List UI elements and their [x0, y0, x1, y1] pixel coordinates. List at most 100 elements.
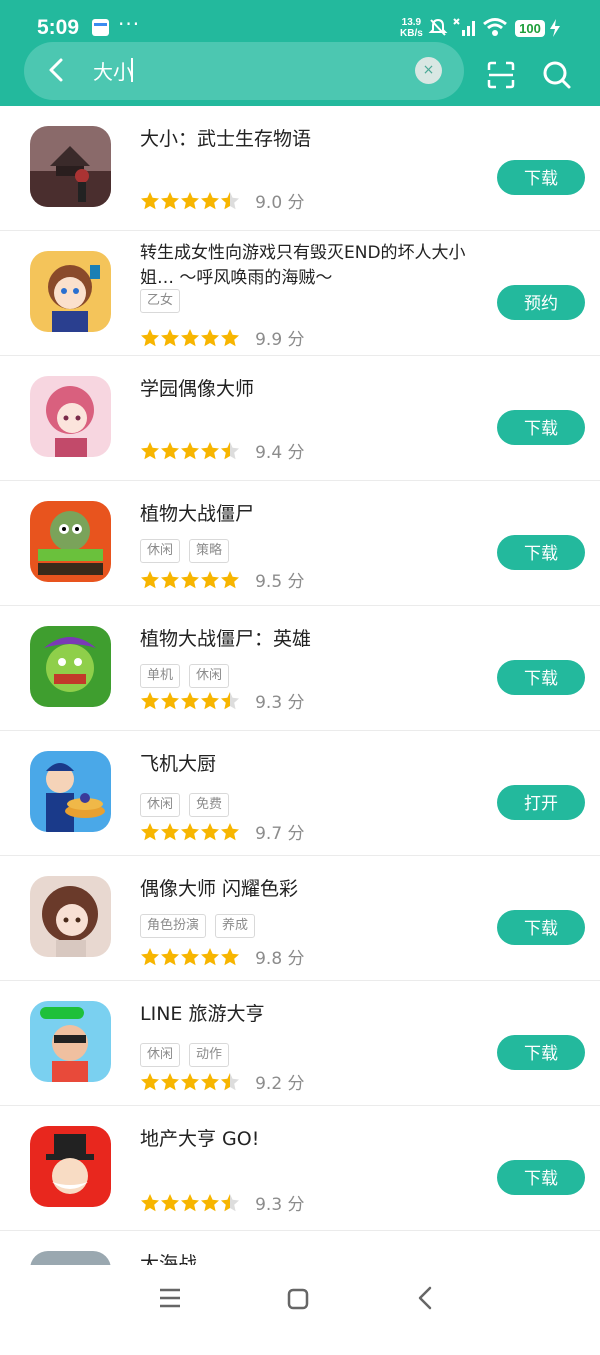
- app-icon-pvz-heroes: [30, 626, 111, 707]
- app-icon-monopoly-go: [30, 1126, 111, 1207]
- app-title[interactable]: 植物大战僵尸：英雄: [140, 626, 490, 652]
- app-title[interactable]: 转生成女性向游戏只有毁灭END的坏人大小姐… ～呼风唤雨的海贼～: [140, 241, 490, 291]
- app-icon-pvz: [30, 501, 111, 582]
- rating: 9.4 分: [140, 438, 305, 463]
- tag-list: 单机 休闲: [140, 664, 238, 688]
- rating-stars: [141, 947, 239, 965]
- app-icon-villainess: [30, 251, 111, 332]
- tag[interactable]: 休闲: [140, 539, 181, 563]
- tag[interactable]: 休闲: [189, 664, 230, 688]
- network-speed-value: 13.9: [401, 17, 422, 28]
- tag[interactable]: 休闲: [140, 1043, 181, 1067]
- rating-stars: [141, 570, 239, 588]
- system-nav-bar: [0, 1265, 600, 1333]
- home-square-icon[interactable]: [286, 1287, 310, 1311]
- tag[interactable]: 免费: [189, 793, 230, 817]
- list-item[interactable]: 大小：武士生存物语 9.0 分 下载: [0, 106, 600, 231]
- rating-stars: [141, 1072, 239, 1090]
- rating-score: 9.4 分: [255, 443, 305, 463]
- rating-score: 9.8 分: [255, 949, 305, 969]
- reserve-button[interactable]: 预约: [497, 285, 585, 320]
- tag-list: 角色扮演 养成: [140, 914, 264, 938]
- list-item[interactable]: 转生成女性向游戏只有毁灭END的坏人大小姐… ～呼风唤雨的海贼～ 乙女 9.9 …: [0, 231, 600, 356]
- network-speed: 13.9 KB/s: [400, 17, 423, 39]
- rating-stars: [141, 191, 239, 209]
- battery-level: 100: [515, 20, 545, 37]
- search-results-list: 大小：武士生存物语 9.0 分 下载 转生成女性向游戏只有毁灭END的坏人大小姐…: [0, 106, 600, 1355]
- app-title[interactable]: 偶像大师 闪耀色彩: [140, 876, 490, 902]
- tag[interactable]: 养成: [215, 914, 256, 938]
- list-item[interactable]: LINE 旅游大亨 休闲 动作 9.2 分 下载: [0, 981, 600, 1106]
- tag-list: 乙女: [140, 289, 189, 313]
- list-item[interactable]: 植物大战僵尸：英雄 单机 休闲 9.3 分 下载: [0, 606, 600, 731]
- search-input[interactable]: 大小: [93, 56, 133, 85]
- open-button[interactable]: 打开: [497, 785, 585, 820]
- rating-stars: [141, 691, 239, 709]
- app-icon-gakuen-idol: [30, 376, 111, 457]
- search-icon[interactable]: [542, 60, 572, 90]
- tag[interactable]: 动作: [189, 1043, 230, 1067]
- tag-list: 休闲 免费: [140, 793, 238, 817]
- scan-icon[interactable]: [486, 60, 516, 90]
- download-button[interactable]: 下载: [497, 1160, 585, 1195]
- rating: 9.9 分: [140, 325, 305, 350]
- rating-stars: [141, 1193, 239, 1211]
- rating: 9.0 分: [140, 188, 305, 213]
- status-time: 5:09: [37, 16, 80, 39]
- mute-icon: [428, 18, 448, 36]
- rating-score: 9.0 分: [255, 193, 305, 213]
- list-item[interactable]: 飞机大厨 休闲 免费 9.7 分 打开: [0, 731, 600, 856]
- text-caret: [131, 58, 133, 82]
- more-notifications-icon: ···: [118, 12, 141, 36]
- rating-stars: [141, 822, 239, 840]
- app-title[interactable]: 大小：武士生存物语: [140, 126, 490, 152]
- app-icon-samurai: [30, 126, 111, 207]
- download-button[interactable]: 下载: [497, 160, 585, 195]
- back-arrow-icon[interactable]: [44, 57, 70, 83]
- list-item[interactable]: 植物大战僵尸 休闲 策略 9.5 分 下载: [0, 481, 600, 606]
- rating: 9.2 分: [140, 1069, 305, 1094]
- rating: 9.5 分: [140, 567, 305, 592]
- rating-score: 9.2 分: [255, 1074, 305, 1094]
- signal-icon: [453, 18, 475, 36]
- download-button[interactable]: 下载: [497, 410, 585, 445]
- rating-score: 9.9 分: [255, 330, 305, 350]
- clear-search-button[interactable]: ×: [415, 57, 442, 84]
- download-button[interactable]: 下载: [497, 910, 585, 945]
- rating-score: 9.3 分: [255, 1195, 305, 1215]
- tag[interactable]: 单机: [140, 664, 181, 688]
- rating-score: 9.3 分: [255, 693, 305, 713]
- app-title[interactable]: 地产大亨 GO!: [140, 1126, 490, 1152]
- app-title[interactable]: 植物大战僵尸: [140, 501, 490, 527]
- charging-icon: [550, 19, 560, 37]
- rating: 9.7 分: [140, 819, 305, 844]
- tag-list: 休闲 动作: [140, 1043, 238, 1067]
- search-box[interactable]: [24, 42, 464, 100]
- rating-stars: [141, 328, 239, 346]
- app-title[interactable]: 学园偶像大师: [140, 376, 490, 402]
- rating: 9.3 分: [140, 688, 305, 713]
- tag[interactable]: 策略: [189, 539, 230, 563]
- download-button[interactable]: 下载: [497, 535, 585, 570]
- app-icon-line-tycoon: [30, 1001, 111, 1082]
- tag[interactable]: 休闲: [140, 793, 181, 817]
- status-bar: 5:09 ··· 13.9 KB/s 100: [0, 0, 600, 46]
- download-button[interactable]: 下载: [497, 660, 585, 695]
- download-button[interactable]: 下载: [497, 1035, 585, 1070]
- wifi-icon: [483, 18, 507, 36]
- app-title[interactable]: LINE 旅游大亨: [140, 1001, 490, 1027]
- list-item[interactable]: 地产大亨 GO! 9.3 分 下载: [0, 1106, 600, 1231]
- list-item[interactable]: 学园偶像大师 9.4 分 下载: [0, 356, 600, 481]
- chevron-left-icon[interactable]: [414, 1285, 438, 1311]
- top-bar: 5:09 ··· 13.9 KB/s 100 大小 ×: [0, 0, 600, 106]
- tag[interactable]: 乙女: [140, 289, 181, 313]
- rating-score: 9.5 分: [255, 572, 305, 592]
- network-speed-unit: KB/s: [400, 28, 423, 39]
- app-title[interactable]: 飞机大厨: [140, 751, 490, 777]
- menu-icon[interactable]: [158, 1287, 182, 1309]
- app-icon-shiny-colors: [30, 876, 111, 957]
- tag[interactable]: 角色扮演: [140, 914, 207, 938]
- rating-stars: [141, 441, 239, 459]
- list-item[interactable]: 偶像大师 闪耀色彩 角色扮演 养成 9.8 分 下载: [0, 856, 600, 981]
- tag-list: 休闲 策略: [140, 539, 238, 563]
